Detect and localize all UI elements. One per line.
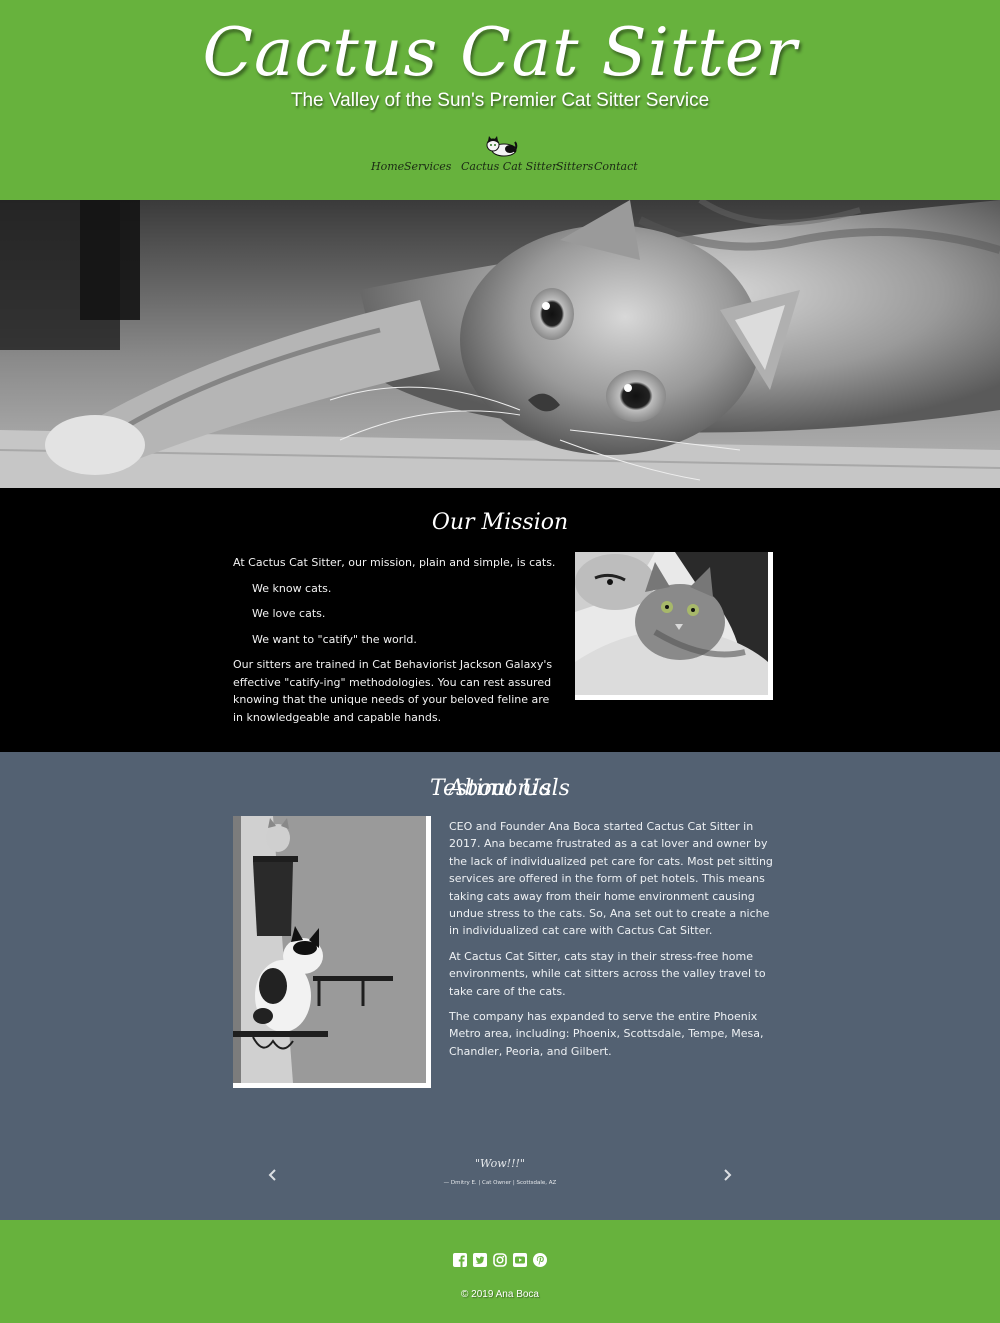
testimonials-title: Testimonials [430,776,570,801]
nav-contact[interactable]: Contact [594,160,638,173]
site-footer: © 2019 Ana Boca [0,1220,1000,1323]
twitter-icon[interactable] [472,1252,488,1268]
about-paragraph: The company has expanded to serve the en… [449,1010,764,1058]
hero-image [0,200,1000,488]
facebook-icon[interactable] [452,1252,468,1268]
nav-contact-label[interactable]: Contact [594,160,638,173]
nav-cactus-cat-sitter[interactable]: Cactus Cat Sitter [461,160,557,173]
mission-paragraph: We love cats. [252,607,326,620]
about-paragraph: At Cactus Cat Sitter, cats stay in their… [449,949,766,998]
nav-sitters-label[interactable]: Sitters [556,160,593,173]
woman-with-cat-photo [575,552,768,695]
about-photo [233,816,431,1088]
pinterest-icon[interactable] [532,1252,548,1268]
testimonial-cite: — Dmitry E. | Cat Owner | Scottsdale, AZ [443,1180,557,1186]
about-section: About Us CEO and Founder Ana Boca starte… [0,752,1000,1220]
mission-paragraph: Our sitters are trained in Cat Behaviori… [233,658,553,724]
tagline: The Valley of the Sun's Premier Cat Sitt… [290,90,710,111]
youtube-icon[interactable] [512,1252,528,1268]
cat-logo-icon[interactable] [484,134,518,158]
carousel-prev-icon[interactable] [265,1166,281,1184]
about-paragraph: CEO and Founder Ana Boca started Cactus … [449,820,773,938]
nav-home[interactable]: Home [371,160,404,173]
social-links [452,1252,548,1268]
copyright: © 2019 Ana Boca [461,1289,539,1300]
cats-on-shelves-photo [233,816,426,1083]
about-text: CEO and Founder Ana Boca started Cactus … [449,818,774,1068]
site-header: Cactus Cat Sitter The Valley of the Sun'… [0,0,1000,200]
mission-photo [575,552,773,700]
nav-services-label[interactable]: Services [404,160,451,173]
mission-paragraph: At Cactus Cat Sitter, our mission, plain… [233,556,556,569]
nav-services[interactable]: Services [404,160,451,173]
mission-paragraph: We know cats. [252,581,332,595]
mission-title: Our Mission [431,510,569,535]
brand-title: Cactus Cat Sitter [202,14,798,91]
testimonial-quote: "Wow!!!" [475,1157,525,1170]
mission-text: At Cactus Cat Sitter, our mission, plain… [233,554,558,734]
nav-cactus-cat-sitter-label[interactable]: Cactus Cat Sitter [461,160,557,173]
mission-section: Our Mission At Cactus Cat Sitter, our mi… [0,488,1000,752]
nav-home-label[interactable]: Home [371,160,404,173]
carousel-next-icon[interactable] [719,1166,735,1184]
instagram-icon[interactable] [492,1252,508,1268]
hero-cat-photo [0,200,1000,488]
nav-sitters[interactable]: Sitters [556,160,593,173]
mission-paragraph: We want to "catify" the world. [252,632,417,646]
